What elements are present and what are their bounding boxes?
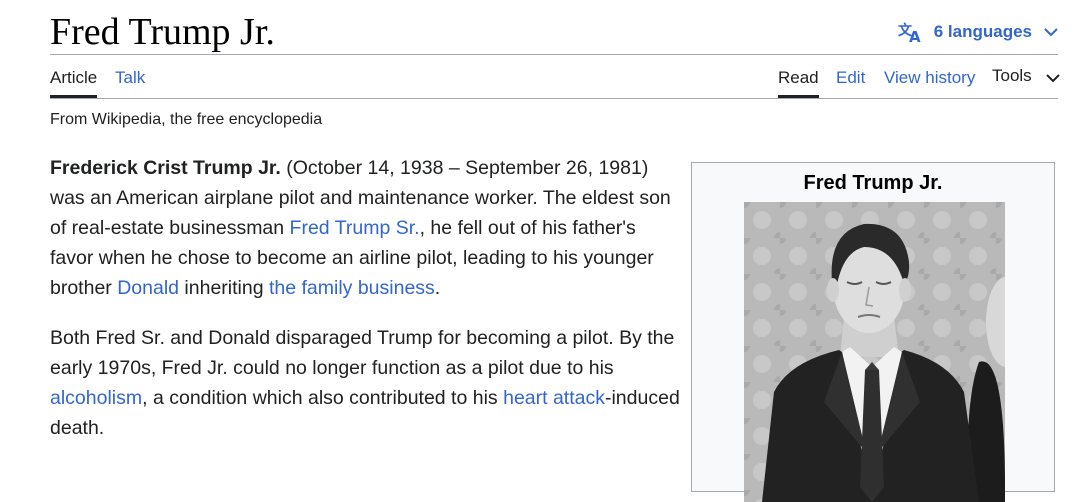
tab-talk[interactable]: Talk [115, 55, 145, 97]
link-heart-attack[interactable]: heart attack [503, 387, 605, 409]
tools-label: Tools [992, 66, 1032, 85]
title-bar: Fred Trump Jr. 文 A 6 languages [50, 0, 1058, 55]
infobox: Fred Trump Jr. [691, 162, 1055, 502]
link-family-business[interactable]: the family business [269, 277, 435, 299]
paragraph-text: inheriting [179, 277, 269, 299]
link-fred-trump-sr[interactable]: Fred Trump Sr. [290, 217, 420, 239]
article-body: Frederick Crist Trump Jr. (October 14, 1… [50, 153, 680, 463]
paragraph-text: Both Fred Sr. and Donald disparaged Trum… [50, 327, 675, 379]
subject-name: Frederick Crist Trump Jr. [50, 157, 281, 179]
link-donald[interactable]: Donald [117, 277, 179, 299]
paragraph-text: . [434, 277, 441, 299]
lead-paragraph-2: Both Fred Sr. and Donald disparaged Trum… [50, 323, 680, 443]
page-tabs: Article Talk Read Edit View history Tool… [50, 55, 1060, 99]
chevron-down-icon [1044, 27, 1058, 37]
chevron-down-icon [1045, 55, 1060, 101]
portrait-image[interactable] [744, 202, 1005, 502]
svg-text:A: A [909, 28, 921, 43]
site-tagline: From Wikipedia, the free encyclopedia [50, 111, 323, 128]
link-alcoholism[interactable]: alcoholism [50, 387, 142, 409]
tools-menu[interactable]: Tools [992, 55, 1060, 97]
tab-article[interactable]: Article [50, 55, 98, 98]
tab-edit[interactable]: Edit [836, 55, 865, 97]
language-button[interactable]: 文 A 6 languages [898, 18, 1058, 46]
translate-icon: 文 A [898, 21, 924, 43]
tab-read[interactable]: Read [778, 55, 819, 98]
page-title: Fred Trump Jr. [50, 11, 275, 53]
paragraph-text: , a condition which also contributed to … [142, 387, 504, 409]
lead-paragraph-1: Frederick Crist Trump Jr. (October 14, 1… [50, 153, 680, 303]
tab-view-history[interactable]: View history [884, 55, 975, 97]
language-count: 6 languages [933, 22, 1032, 41]
infobox-title: Fred Trump Jr. [803, 172, 943, 194]
